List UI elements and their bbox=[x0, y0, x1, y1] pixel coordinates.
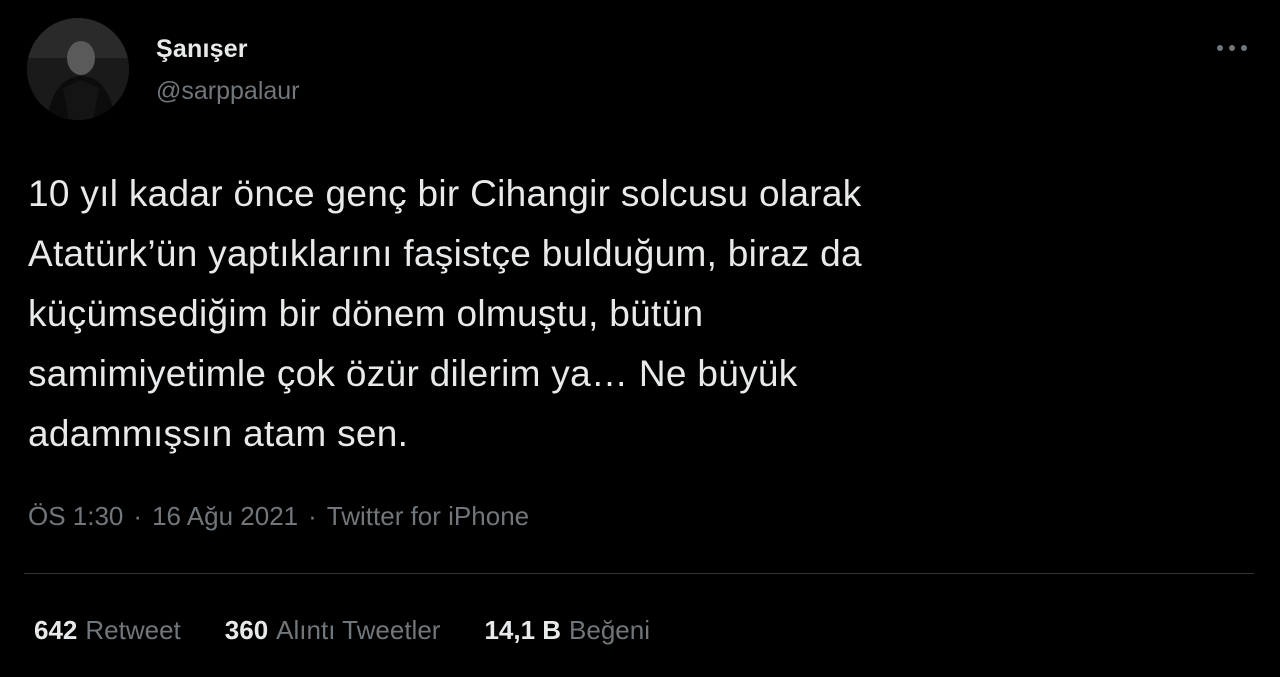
author-display-name[interactable]: Şanışer bbox=[156, 34, 300, 64]
avatar[interactable] bbox=[27, 18, 129, 120]
tweet-source[interactable]: Twitter for iPhone bbox=[327, 498, 529, 534]
tweet-card: Şanışer @sarppalaur 10 yıl kadar önce ge… bbox=[0, 0, 1280, 677]
more-options-button[interactable] bbox=[1214, 36, 1250, 60]
ellipsis-icon bbox=[1217, 45, 1247, 51]
meta-separator: · bbox=[133, 501, 143, 531]
retweets-count: 642 bbox=[34, 615, 78, 645]
author-handle[interactable]: @sarppalaur bbox=[156, 76, 300, 106]
quotes-stat[interactable]: 360 Alıntı Tweetler bbox=[225, 612, 441, 648]
tweet-stats: 642 Retweet 360 Alıntı Tweetler 14,1 B B… bbox=[34, 612, 694, 648]
divider bbox=[24, 573, 1254, 574]
tweet-date[interactable]: 16 Ağu 2021 bbox=[152, 498, 298, 534]
tweet-header: Şanışer @sarppalaur bbox=[27, 18, 300, 120]
meta-separator: · bbox=[308, 501, 317, 531]
retweets-stat[interactable]: 642 Retweet bbox=[34, 612, 181, 648]
likes-label: Beğeni bbox=[569, 615, 651, 645]
quotes-label: Alıntı Tweetler bbox=[276, 615, 441, 645]
avatar-photo-icon bbox=[27, 18, 129, 120]
quotes-count: 360 bbox=[224, 615, 269, 645]
tweet-time[interactable]: ÖS 1:30 bbox=[28, 498, 123, 534]
author-names: Şanışer @sarppalaur bbox=[156, 34, 300, 106]
likes-count: 14,1 B bbox=[484, 615, 562, 645]
retweets-label: Retweet bbox=[85, 615, 181, 645]
tweet-text: 10 yıl kadar önce genç bir Cihangir solc… bbox=[28, 173, 862, 454]
likes-stat[interactable]: 14,1 B Beğeni bbox=[484, 612, 650, 648]
tweet-metadata: ÖS 1:30 · 16 Ağu 2021 · Twitter for iPho… bbox=[28, 498, 529, 534]
